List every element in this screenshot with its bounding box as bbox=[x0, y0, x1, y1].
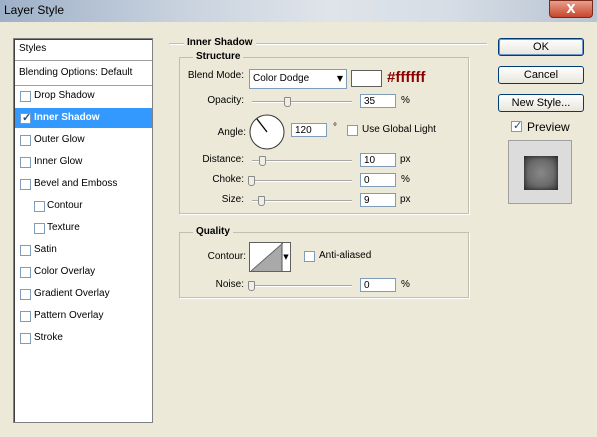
pattern-overlay-checkbox[interactable] bbox=[20, 311, 31, 322]
style-preview bbox=[508, 140, 572, 204]
contour-checkbox[interactable] bbox=[34, 201, 45, 212]
drop-shadow-checkbox[interactable] bbox=[20, 91, 31, 102]
style-item-texture[interactable]: Texture bbox=[15, 218, 152, 238]
noise-input[interactable]: 0 bbox=[360, 278, 396, 292]
inner-shadow-checkbox[interactable]: ✓ bbox=[20, 112, 32, 124]
choke-slider[interactable] bbox=[248, 176, 352, 186]
choke-unit: % bbox=[401, 174, 410, 185]
style-item-outer-glow[interactable]: Outer Glow bbox=[15, 130, 152, 150]
angle-input[interactable]: 120 bbox=[291, 123, 327, 137]
choke-input[interactable]: 0 bbox=[360, 173, 396, 187]
bevel-emboss-checkbox[interactable] bbox=[20, 179, 31, 190]
ok-button[interactable]: OK bbox=[498, 38, 584, 56]
chevron-down-icon: ▼ bbox=[336, 74, 343, 83]
anti-aliased-label: Anti-aliased bbox=[319, 250, 372, 261]
style-item-satin[interactable]: Satin bbox=[15, 240, 152, 260]
quality-title: Quality bbox=[193, 226, 233, 237]
angle-dial-icon[interactable] bbox=[248, 113, 286, 151]
new-style-button[interactable]: New Style... bbox=[498, 94, 584, 112]
size-slider-thumb[interactable] bbox=[258, 196, 265, 206]
cancel-button[interactable]: Cancel bbox=[498, 66, 584, 84]
blend-mode-select[interactable]: Color Dodge ▼ bbox=[249, 69, 347, 89]
styles-list: Styles Blending Options: Default Drop Sh… bbox=[13, 38, 153, 423]
opacity-input[interactable]: 35 bbox=[360, 94, 396, 108]
opacity-unit: % bbox=[401, 95, 410, 106]
contour-picker[interactable]: ▼ bbox=[249, 242, 291, 272]
style-item-color-overlay[interactable]: Color Overlay bbox=[15, 262, 152, 282]
anti-aliased-checkbox[interactable] bbox=[304, 251, 315, 262]
close-button[interactable]: X bbox=[549, 0, 593, 18]
preview-checkbox[interactable]: ✓ bbox=[511, 119, 523, 132]
preview-label: Preview bbox=[527, 120, 570, 134]
distance-slider-thumb[interactable] bbox=[259, 156, 266, 166]
distance-label: Distance: bbox=[202, 154, 244, 165]
gradient-overlay-checkbox[interactable] bbox=[20, 289, 31, 300]
color-annotation: #ffffff bbox=[387, 69, 426, 86]
size-unit: px bbox=[400, 194, 411, 205]
style-item-inner-shadow[interactable]: ✓ Inner Shadow bbox=[15, 108, 152, 128]
noise-label: Noise: bbox=[215, 279, 244, 290]
distance-unit: px bbox=[400, 154, 411, 165]
stroke-checkbox[interactable] bbox=[20, 333, 31, 344]
contour-label: Contour: bbox=[207, 251, 246, 262]
chevron-down-icon[interactable]: ▼ bbox=[281, 243, 290, 271]
size-slider[interactable] bbox=[252, 196, 352, 206]
noise-slider-thumb[interactable] bbox=[248, 281, 255, 291]
distance-input[interactable]: 10 bbox=[360, 153, 396, 167]
checkmark-icon: ✓ bbox=[513, 119, 523, 132]
angle-label: Angle: bbox=[217, 127, 246, 138]
style-item-gradient-overlay[interactable]: Gradient Overlay bbox=[15, 284, 152, 304]
inner-glow-checkbox[interactable] bbox=[20, 157, 31, 168]
use-global-light-checkbox[interactable] bbox=[347, 125, 358, 136]
satin-checkbox[interactable] bbox=[20, 245, 31, 256]
inner-shadow-title: Inner Shadow bbox=[184, 37, 256, 48]
blending-options-item[interactable]: Blending Options: Default bbox=[15, 63, 152, 83]
use-global-light-label: Use Global Light bbox=[362, 124, 436, 135]
preview-thumbnail bbox=[524, 156, 558, 190]
opacity-slider[interactable] bbox=[252, 97, 352, 107]
style-item-pattern-overlay[interactable]: Pattern Overlay bbox=[15, 306, 152, 326]
noise-slider[interactable] bbox=[248, 281, 352, 291]
outer-glow-checkbox[interactable] bbox=[20, 135, 31, 146]
style-item-drop-shadow[interactable]: Drop Shadow bbox=[15, 86, 152, 106]
size-label: Size: bbox=[221, 194, 244, 205]
noise-unit: % bbox=[401, 279, 410, 290]
contour-preview-icon bbox=[251, 243, 283, 271]
title-bar: Layer Style X bbox=[0, 0, 597, 22]
size-input[interactable]: 9 bbox=[360, 193, 396, 207]
style-item-inner-glow[interactable]: Inner Glow bbox=[15, 152, 152, 172]
checkmark-icon: ✓ bbox=[22, 112, 32, 124]
style-item-contour[interactable]: Contour bbox=[15, 196, 152, 216]
style-item-stroke[interactable]: Stroke bbox=[15, 328, 152, 348]
window-title: Layer Style bbox=[4, 3, 65, 17]
shadow-color-swatch[interactable] bbox=[351, 70, 382, 87]
color-overlay-checkbox[interactable] bbox=[20, 267, 31, 278]
texture-checkbox[interactable] bbox=[34, 223, 45, 234]
opacity-slider-thumb[interactable] bbox=[284, 97, 291, 107]
style-item-bevel-emboss[interactable]: Bevel and Emboss bbox=[15, 174, 152, 194]
opacity-label: Opacity: bbox=[207, 95, 244, 106]
structure-title: Structure bbox=[193, 51, 244, 62]
distance-slider[interactable] bbox=[252, 156, 352, 166]
angle-unit: ° bbox=[333, 122, 337, 133]
choke-label: Choke: bbox=[212, 174, 244, 185]
choke-slider-thumb[interactable] bbox=[248, 176, 255, 186]
styles-header[interactable]: Styles bbox=[15, 39, 152, 59]
blend-mode-label: Blend Mode: bbox=[187, 70, 244, 81]
